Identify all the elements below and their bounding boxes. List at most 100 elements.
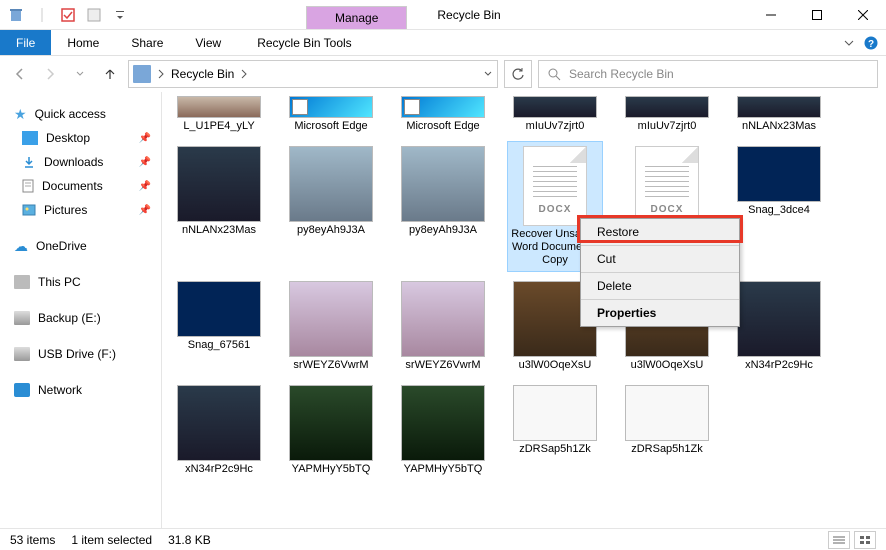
sidebar-item-usb-drive[interactable]: USB Drive (F:) (0, 342, 161, 366)
thumbnail (737, 96, 821, 118)
qat-sep-icon (30, 4, 54, 26)
manage-context-tab[interactable]: Manage (306, 6, 407, 29)
file-item[interactable]: YAPMHyY5bTQ (284, 381, 378, 479)
file-item[interactable]: Microsoft Edge (396, 92, 490, 136)
file-tab[interactable]: File (0, 30, 51, 55)
window-controls (748, 0, 886, 29)
pin-icon: 📌 (139, 181, 151, 192)
file-label: Snag_3dce4 (734, 204, 824, 216)
search-box[interactable] (538, 60, 878, 88)
thumbnail (177, 96, 261, 118)
thumbnail (289, 96, 373, 118)
home-tab[interactable]: Home (51, 30, 115, 55)
file-label: YAPMHyY5bTQ (398, 463, 488, 475)
file-item[interactable]: zDRSap5h1Zk (620, 381, 714, 479)
quick-access-toolbar (0, 0, 136, 29)
context-menu-properties[interactable]: Properties (581, 300, 739, 326)
search-icon (547, 67, 561, 81)
docx-icon: DOCX (523, 146, 587, 226)
sidebar-item-network[interactable]: Network (0, 378, 161, 402)
status-item-count: 53 items (10, 533, 55, 547)
download-icon (22, 155, 36, 169)
close-button[interactable] (840, 0, 886, 30)
file-item[interactable]: py8eyAh9J3A (284, 142, 378, 271)
sidebar-item-backup-drive[interactable]: Backup (E:) (0, 306, 161, 330)
qat-blank-icon[interactable] (82, 4, 106, 26)
file-label: py8eyAh9J3A (286, 224, 376, 236)
sidebar-item-documents[interactable]: Documents📌 (0, 174, 161, 198)
address-dropdown-icon[interactable] (483, 69, 493, 79)
file-item[interactable]: Snag_3dce4 (732, 142, 826, 271)
ribbon-expand-icon[interactable] (844, 38, 854, 48)
file-item[interactable]: mIuUv7zjrt0 (620, 92, 714, 136)
file-item[interactable]: YAPMHyY5bTQ (396, 381, 490, 479)
minimize-button[interactable] (748, 0, 794, 30)
sidebar-item-pictures[interactable]: Pictures📌 (0, 198, 161, 222)
title-bar: Manage Recycle Bin (0, 0, 886, 30)
cloud-icon: ☁ (14, 238, 28, 255)
file-label: py8eyAh9J3A (398, 224, 488, 236)
file-item[interactable]: xN34rP2c9Hc (732, 277, 826, 375)
document-icon (22, 179, 34, 193)
up-button[interactable] (98, 62, 122, 86)
sidebar-item-label: USB Drive (F:) (38, 347, 116, 361)
address-bar[interactable]: Recycle Bin (128, 60, 498, 88)
file-label: zDRSap5h1Zk (622, 443, 712, 455)
recycle-bin-icon[interactable] (4, 4, 28, 26)
forward-button[interactable] (38, 62, 62, 86)
network-icon (14, 383, 30, 397)
file-item[interactable]: Snag_67561 (172, 277, 266, 375)
view-tab[interactable]: View (179, 30, 237, 55)
file-label: YAPMHyY5bTQ (286, 463, 376, 475)
chevron-right-icon[interactable] (240, 69, 248, 79)
contextual-tab-group: Manage (306, 0, 407, 29)
sidebar-item-label: Desktop (46, 131, 90, 145)
file-item[interactable]: L_U1PE4_yLY (172, 92, 266, 136)
search-input[interactable] (569, 67, 869, 81)
sidebar-item-quick-access[interactable]: ★Quick access (0, 102, 161, 126)
context-menu-restore[interactable]: Restore (581, 219, 739, 246)
svg-text:?: ? (868, 39, 874, 50)
share-tab[interactable]: Share (115, 30, 179, 55)
pictures-icon (22, 204, 36, 216)
file-item[interactable]: nNLANx23Mas (732, 92, 826, 136)
qat-dropdown-icon[interactable] (108, 4, 132, 26)
file-label: srWEYZ6VwrM (398, 359, 488, 371)
chevron-right-icon[interactable] (157, 69, 165, 79)
drive-icon (14, 347, 30, 361)
sidebar-item-label: OneDrive (36, 239, 87, 253)
help-icon[interactable]: ? (864, 36, 878, 50)
ribbon-tabs: File Home Share View Recycle Bin Tools ? (0, 30, 886, 56)
file-item[interactable]: Microsoft Edge (284, 92, 378, 136)
breadcrumb[interactable]: Recycle Bin (171, 67, 234, 81)
sidebar-item-onedrive[interactable]: ☁ OneDrive (0, 234, 161, 258)
thumbnail (513, 385, 597, 441)
file-item[interactable]: srWEYZ6VwrM (396, 277, 490, 375)
recent-dropdown-icon[interactable] (68, 62, 92, 86)
back-button[interactable] (8, 62, 32, 86)
thumbnail (401, 96, 485, 118)
maximize-button[interactable] (794, 0, 840, 30)
file-item[interactable]: srWEYZ6VwrM (284, 277, 378, 375)
properties-qat-icon[interactable] (56, 4, 80, 26)
sidebar-item-downloads[interactable]: Downloads📌 (0, 150, 161, 174)
file-item[interactable]: nNLANx23Mas (172, 142, 266, 271)
sidebar-item-label: Pictures (44, 203, 87, 217)
file-item[interactable]: xN34rP2c9Hc (172, 381, 266, 479)
refresh-button[interactable] (504, 60, 532, 88)
sidebar-item-desktop[interactable]: Desktop📌 (0, 126, 161, 150)
main-area: ★Quick access Desktop📌 Downloads📌 Docume… (0, 92, 886, 528)
window-title: Recycle Bin (437, 0, 500, 29)
sidebar-item-label: Downloads (44, 155, 103, 169)
thumbnails-view-button[interactable] (854, 531, 876, 549)
details-view-button[interactable] (828, 531, 850, 549)
context-menu: Restore Cut Delete Properties (580, 218, 740, 327)
file-item[interactable]: zDRSap5h1Zk (508, 381, 602, 479)
sidebar-item-this-pc[interactable]: This PC (0, 270, 161, 294)
context-menu-delete[interactable]: Delete (581, 273, 739, 300)
file-item[interactable]: py8eyAh9J3A (396, 142, 490, 271)
context-menu-cut[interactable]: Cut (581, 246, 739, 273)
items-view[interactable]: L_U1PE4_yLY Microsoft Edge Microsoft Edg… (162, 92, 886, 528)
file-item[interactable]: mIuUv7zjrt0 (508, 92, 602, 136)
recycle-bin-tools-tab[interactable]: Recycle Bin Tools (241, 30, 368, 55)
